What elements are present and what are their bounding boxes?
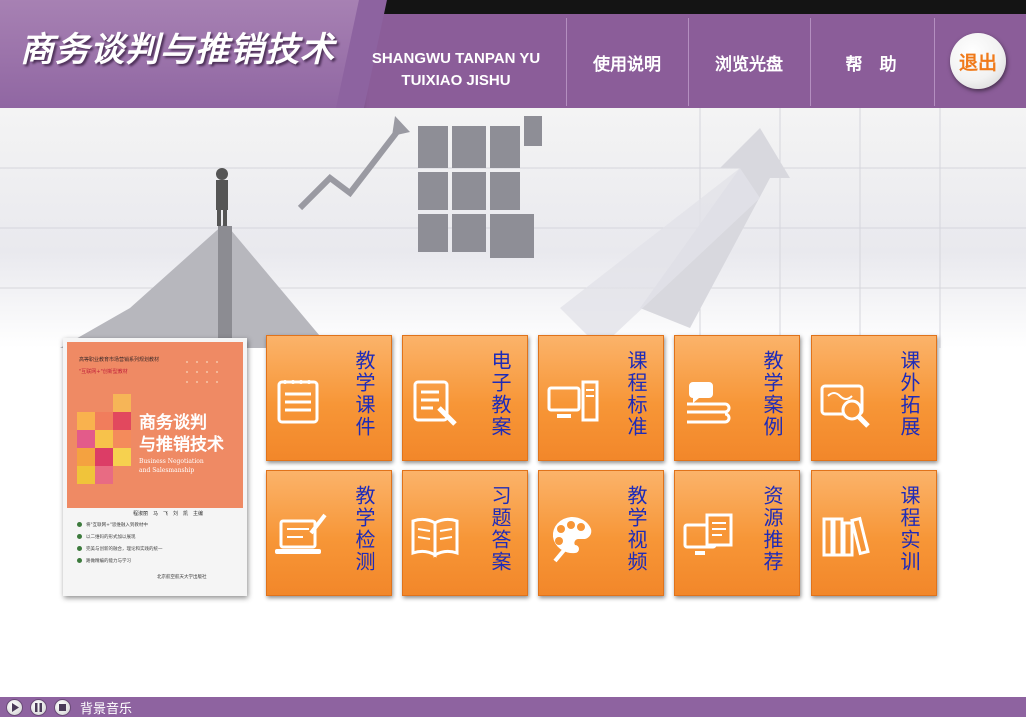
pinyin-line-2: TUIXIAO JISHU [401,72,511,89]
play-icon [12,703,19,712]
book-title-line-1: 商务谈判 [139,413,207,433]
background-music-label: 背景音乐 [80,702,133,717]
bookshelf-icon [822,516,870,557]
tile-label: 教学案例 [760,350,784,438]
book-english-line-1: Business Negotiation [139,458,204,465]
pinyin-line-1: SHANGWU TANPAN YU [371,50,541,67]
tile-resource-recommendation[interactable]: 资源推荐 [674,470,800,596]
book-cover: 高等职业教育市场营销系列规划教材 "互联网+"创新型教材 商务谈判 与推销技术 … [63,338,247,596]
tile-teaching-test[interactable]: 教学检测 [266,470,392,596]
tile-teaching-video[interactable]: 教学视频 [538,470,664,596]
tile-label: 课程实训 [897,485,921,573]
map-search-icon [820,384,870,428]
chat-book-icon [687,382,731,424]
tile-course-training[interactable]: 课程实训 [811,470,937,596]
tile-label: 教学视频 [624,485,648,573]
book-tag: "互联网+"创新型教材 [79,369,128,375]
laptop-pen-icon [275,513,327,554]
pause-button[interactable] [30,699,47,716]
book-bullet: 以二维码的形式加以展现 [77,532,163,544]
pinyin-title: SHANGWU TANPAN YU TUIXIAO JISHU [360,48,552,92]
tile-extracurricular[interactable]: 课外拓展 [811,335,937,461]
nav-help[interactable]: 帮 助 [811,50,931,75]
tile-label: 教学检测 [352,485,376,573]
exit-button[interactable]: 退出 [950,33,1006,89]
footer-bar: 背景音乐 [0,697,1026,717]
tile-label: 课程标准 [624,350,648,438]
book-cover-top: 高等职业教育市场营销系列规划教材 "互联网+"创新型教材 商务谈判 与推销技术 … [67,342,243,508]
book-authors: 程淑丽 马 飞 刘 凯 主编 [133,511,204,517]
computer-icon [547,380,599,422]
document-pen-icon [413,380,457,426]
book-publisher: 北京航空航天大学出版社 [157,575,207,580]
stop-button[interactable] [54,699,71,716]
book-bullet: 路做精编的能力与学习 [77,556,163,568]
open-book-icon [411,517,459,558]
book-english-title: Business Negotiation and Salesmanship [139,457,204,475]
book-bullets: 将"互联网+"思维融入到教材中 以二维码的形式加以展现 完美与创新的融合，理论和… [77,520,163,568]
book-english-line-2: and Salesmanship [139,467,195,474]
play-button[interactable] [6,699,23,716]
nav-usage-guide[interactable]: 使用说明 [567,50,687,75]
hero-illustration [0,108,1026,348]
tile-teaching-courseware[interactable]: 教学课件 [266,335,392,461]
tile-label: 电子教案 [488,350,512,438]
book-series: 高等职业教育市场营销系列规划教材 [79,357,160,363]
tile-label: 课外拓展 [897,350,921,438]
book-bullet: 将"互联网+"思维融入到教材中 [77,520,163,532]
nav-divider [934,18,935,106]
tile-course-standard[interactable]: 课程标准 [538,335,664,461]
book-title: 商务谈判 与推销技术 [139,412,224,456]
book-bullet: 完美与创新的融合，理论和实践的统一 [77,544,163,556]
hero-banner [0,108,1026,348]
tile-teaching-cases[interactable]: 教学案例 [674,335,800,461]
nav-browse-disc[interactable]: 浏览光盘 [689,50,809,75]
tile-exercise-answers[interactable]: 习题答案 [402,470,528,596]
monitor-pages-icon [683,513,733,555]
book-title-line-2: 与推销技术 [139,435,224,455]
tile-electronic-lesson-plan[interactable]: 电子教案 [402,335,528,461]
tile-label: 教学课件 [352,350,376,438]
stop-icon [59,704,66,711]
notepad-icon [277,380,319,424]
app-title: 商务谈判与推销技术 [20,30,335,70]
tile-label: 资源推荐 [760,485,784,573]
pause-icon [35,703,42,712]
palette-icon [552,516,592,563]
tile-label: 习题答案 [488,485,512,573]
